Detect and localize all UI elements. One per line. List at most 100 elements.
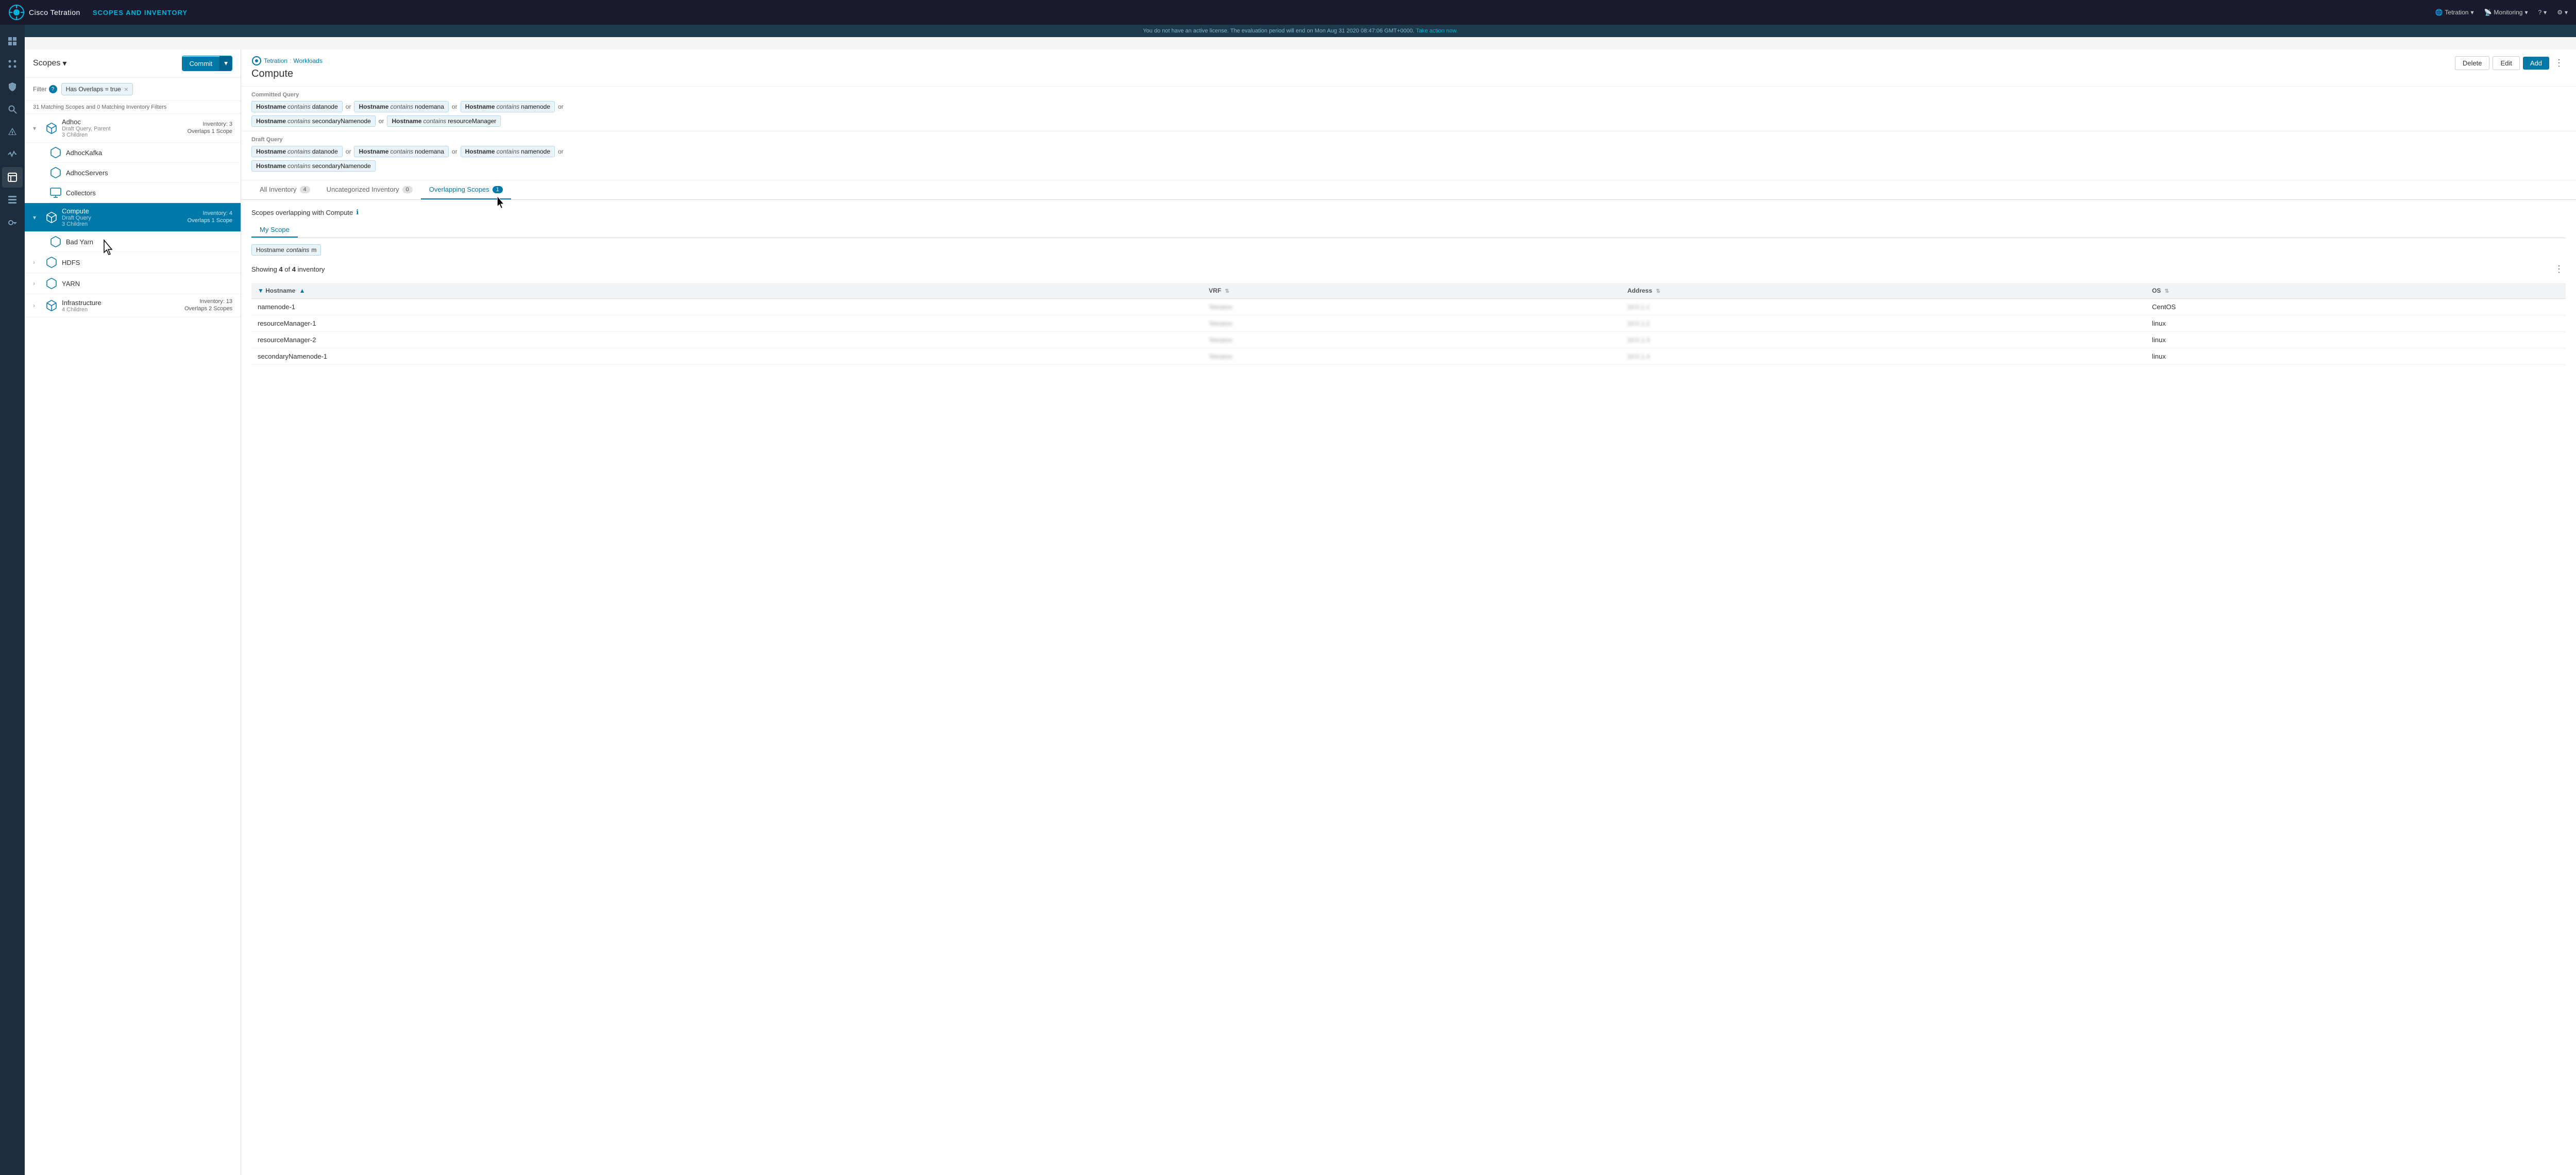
scope-item-collectors[interactable]: Collectors xyxy=(49,183,241,203)
overlapping-content: Scopes overlapping with Compute ℹ My Sco… xyxy=(241,200,2576,1175)
draft-query-label: Draft Query xyxy=(251,137,2566,143)
query-tag: Hostname contains nodemana xyxy=(354,101,448,112)
tab-uncategorized-inventory[interactable]: Uncategorized Inventory 0 xyxy=(318,180,421,199)
commit-button-group: Commit ▾ xyxy=(182,56,232,71)
scope-item-adhockafka[interactable]: AdhocKafka xyxy=(49,143,241,163)
scope-name: HDFS xyxy=(62,259,232,266)
commit-button[interactable]: Commit xyxy=(182,57,220,71)
license-action-link[interactable]: Take action now. xyxy=(1416,28,1458,34)
chevron-down-icon: ▾ xyxy=(62,58,66,69)
tetration-menu[interactable]: 🌐 Tetration ▾ xyxy=(2435,9,2473,16)
scope-item-badyarn[interactable]: Bad Yarn xyxy=(49,232,241,252)
sort-icon: ⇅ xyxy=(1225,289,1229,294)
sidebar-item-apps[interactable] xyxy=(2,54,23,74)
app-logo[interactable]: Cisco Tetration xyxy=(8,4,80,21)
inventory-table: ▼ Hostname ▲ VRF ⇅ Address ⇅ xyxy=(251,283,2566,365)
breadcrumb: Tetration : Workloads xyxy=(251,56,2566,66)
scope-item-adhocservers[interactable]: AdhocServers xyxy=(49,163,241,183)
tab-overlapping-scopes[interactable]: Overlapping Scopes 1 xyxy=(421,180,511,199)
column-os[interactable]: OS ⇅ xyxy=(2146,283,2566,299)
breadcrumb-child[interactable]: Workloads xyxy=(293,57,322,64)
sidebar-item-scopes[interactable] xyxy=(2,167,23,188)
content-panel: Tetration : Workloads Compute Delete Edi… xyxy=(241,49,2576,1175)
committed-query-row-2: Hostname contains secondaryNamenode or H… xyxy=(251,115,2566,127)
cell-address: 10.0.1.3 xyxy=(1621,332,2146,348)
chevron-right-icon[interactable]: › xyxy=(33,259,41,266)
chevron-down-icon: ▾ xyxy=(2565,9,2568,16)
breadcrumb-root[interactable]: Tetration xyxy=(264,57,287,64)
scope-cube-icon xyxy=(49,146,62,159)
scope-children: 3 Children xyxy=(62,221,183,227)
sidebar-item-security[interactable] xyxy=(2,76,23,97)
overlap-filter-tag: Hostname contains m xyxy=(251,244,321,256)
filter-label[interactable]: Filter ? xyxy=(33,85,57,93)
scope-item-adhoc[interactable]: ▾ Adhoc Draft Query, Parent 3 Children I… xyxy=(25,114,241,143)
query-tag: Hostname contains secondaryNamenode xyxy=(251,115,376,127)
scopes-title[interactable]: Scopes ▾ xyxy=(33,58,66,69)
settings-icon: ⚙ xyxy=(2557,9,2563,16)
draft-query-row-2: Hostname contains secondaryNamenode xyxy=(251,160,2566,172)
sidebar-item-keys[interactable] xyxy=(2,212,23,233)
monitoring-menu[interactable]: 📡 Monitoring ▾ xyxy=(2484,9,2528,16)
column-hostname[interactable]: ▼ Hostname ▲ xyxy=(251,283,1202,299)
help-menu[interactable]: ? ▾ xyxy=(2538,9,2547,16)
filter-icon: ▼ xyxy=(258,287,264,294)
tab-uncategorized-badge: 0 xyxy=(402,186,413,193)
more-options-button[interactable]: ⋮ xyxy=(2552,56,2566,71)
committed-query-row-1: Hostname contains datanode or Hostname c… xyxy=(251,101,2566,112)
scope-item-compute[interactable]: ▾ Compute Draft Query 3 Children Invento… xyxy=(25,203,241,232)
scope-name: AdhocKafka xyxy=(66,149,102,157)
cell-address: 10.0.1.2 xyxy=(1621,315,2146,332)
monitor-icon: 📡 xyxy=(2484,9,2492,16)
committed-query-section: Committed Query Hostname contains datano… xyxy=(241,87,2576,131)
license-bar: You do not have an active license. The e… xyxy=(25,25,2576,37)
sub-tab-my-scope[interactable]: My Scope xyxy=(251,223,298,238)
chevron-down-icon[interactable]: ▾ xyxy=(33,125,41,132)
info-icon[interactable]: ℹ xyxy=(356,208,359,216)
content-actions: Delete Edit Add ⋮ xyxy=(2455,56,2566,71)
draft-query-row-1: Hostname contains datanode or Hostname c… xyxy=(251,146,2566,157)
table-header-row: ▼ Hostname ▲ VRF ⇅ Address ⇅ xyxy=(251,283,2566,299)
sidebar-item-activity[interactable] xyxy=(2,144,23,165)
inventory-table-body: namenode-1 Tetration 10.0.1.1 CentOS res… xyxy=(251,299,2566,365)
sidebar-item-search[interactable] xyxy=(2,99,23,120)
chevron-down-icon[interactable]: ▾ xyxy=(33,214,41,221)
scope-cube-icon xyxy=(45,211,58,224)
settings-menu[interactable]: ⚙ ▾ xyxy=(2557,9,2568,16)
table-more-options-button[interactable]: ⋮ xyxy=(2552,262,2566,277)
commit-dropdown-button[interactable]: ▾ xyxy=(219,56,232,71)
scope-name: Infrastructure xyxy=(62,299,180,307)
sidebar-item-dashboard[interactable] xyxy=(2,31,23,52)
table-row: resourceManager-1 Tetration 10.0.1.2 lin… xyxy=(251,315,2566,332)
chevron-right-icon[interactable]: › xyxy=(33,280,41,287)
column-vrf[interactable]: VRF ⇅ xyxy=(1202,283,1621,299)
sidebar-item-alerts[interactable] xyxy=(2,122,23,142)
scope-item-yarn[interactable]: › YARN xyxy=(25,273,241,294)
delete-button[interactable]: Delete xyxy=(2455,56,2490,70)
query-tag: Hostname contains resourceManager xyxy=(387,115,501,127)
edit-button[interactable]: Edit xyxy=(2493,56,2519,70)
cell-hostname: resourceManager-1 xyxy=(251,315,1202,332)
scope-group-compute: ▾ Compute Draft Query 3 Children Invento… xyxy=(25,203,241,252)
filter-remove-button[interactable]: × xyxy=(124,85,128,93)
scope-subtitle: Draft Query xyxy=(62,215,183,221)
scope-item-hdfs[interactable]: › HDFS xyxy=(25,252,241,273)
scope-item-infrastructure[interactable]: › Infrastructure 4 Children Inventory: 1… xyxy=(25,294,241,317)
tabs-bar: All Inventory 4 Uncategorized Inventory … xyxy=(241,180,2576,200)
column-address[interactable]: Address ⇅ xyxy=(1621,283,2146,299)
filter-bar: Filter ? Has Overlaps = true × xyxy=(25,78,241,101)
table-row: namenode-1 Tetration 10.0.1.1 CentOS xyxy=(251,299,2566,315)
top-navigation: Cisco Tetration SCOPES AND INVENTORY 🌐 T… xyxy=(0,0,2576,25)
sidebar-item-inventory[interactable] xyxy=(2,190,23,210)
scope-children-compute: Bad Yarn xyxy=(25,232,241,252)
scopes-panel-header: Scopes ▾ Commit ▾ xyxy=(25,49,241,78)
cell-os: linux xyxy=(2146,332,2566,348)
cell-vrf: Tetration xyxy=(1202,332,1621,348)
tab-all-inventory[interactable]: All Inventory 4 xyxy=(251,180,318,199)
chevron-right-icon[interactable]: › xyxy=(33,302,41,309)
add-button[interactable]: Add xyxy=(2523,57,2549,70)
matching-text: 31 Matching Scopes and 0 Matching Invent… xyxy=(25,101,241,114)
query-tag: Hostname contains datanode xyxy=(251,146,343,157)
table-row: resourceManager-2 Tetration 10.0.1.3 lin… xyxy=(251,332,2566,348)
chevron-down-icon: ▾ xyxy=(2524,9,2528,16)
